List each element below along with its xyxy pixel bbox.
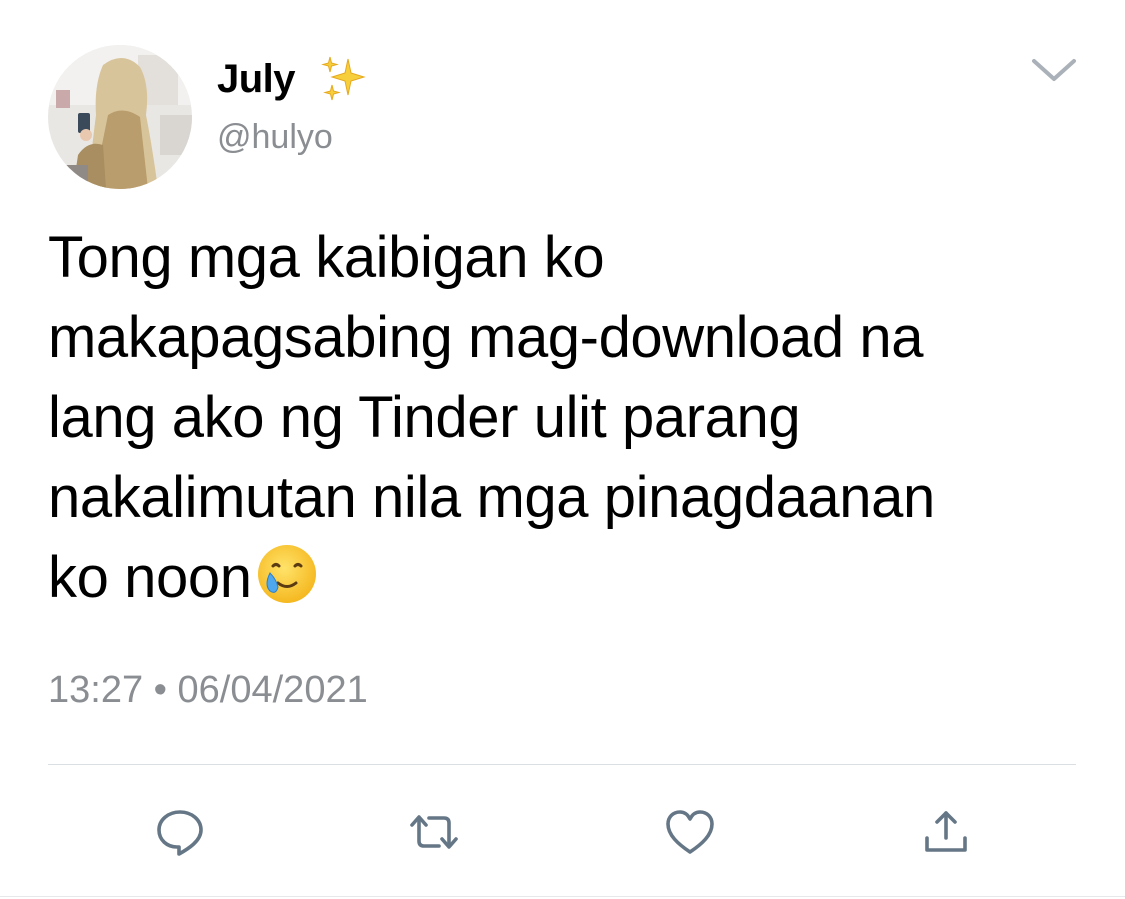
avatar[interactable] bbox=[48, 45, 192, 189]
tweet-timestamp[interactable]: 13:27 • 06/04/2021 bbox=[48, 668, 368, 712]
tweet-time: 13:27 bbox=[48, 669, 144, 711]
retweet-icon bbox=[410, 815, 458, 849]
sparkles-icon bbox=[318, 53, 374, 105]
like-button[interactable] bbox=[662, 804, 718, 860]
share-icon bbox=[925, 811, 967, 852]
chevron-down-icon bbox=[1032, 59, 1076, 81]
tweet-date: 06/04/2021 bbox=[177, 669, 368, 711]
tweet-text: Tong mga kaibigan ko makapagsabing mag-d… bbox=[48, 218, 1088, 618]
share-button[interactable] bbox=[918, 804, 974, 860]
bottom-divider bbox=[0, 896, 1125, 897]
heart-icon bbox=[666, 810, 714, 854]
smiling-face-with-tear-icon bbox=[256, 543, 318, 605]
user-handle[interactable]: @hulyo bbox=[217, 116, 333, 158]
tweet-text-content: Tong mga kaibigan ko makapagsabing mag-d… bbox=[48, 225, 935, 610]
timestamp-separator: • bbox=[153, 669, 167, 711]
display-name[interactable]: July bbox=[217, 55, 296, 103]
reply-icon bbox=[157, 810, 203, 856]
reply-button[interactable] bbox=[152, 804, 208, 860]
retweet-button[interactable] bbox=[406, 804, 462, 860]
profile-photo-icon bbox=[48, 45, 192, 189]
more-options-button[interactable] bbox=[1028, 52, 1080, 88]
divider bbox=[48, 764, 1076, 765]
